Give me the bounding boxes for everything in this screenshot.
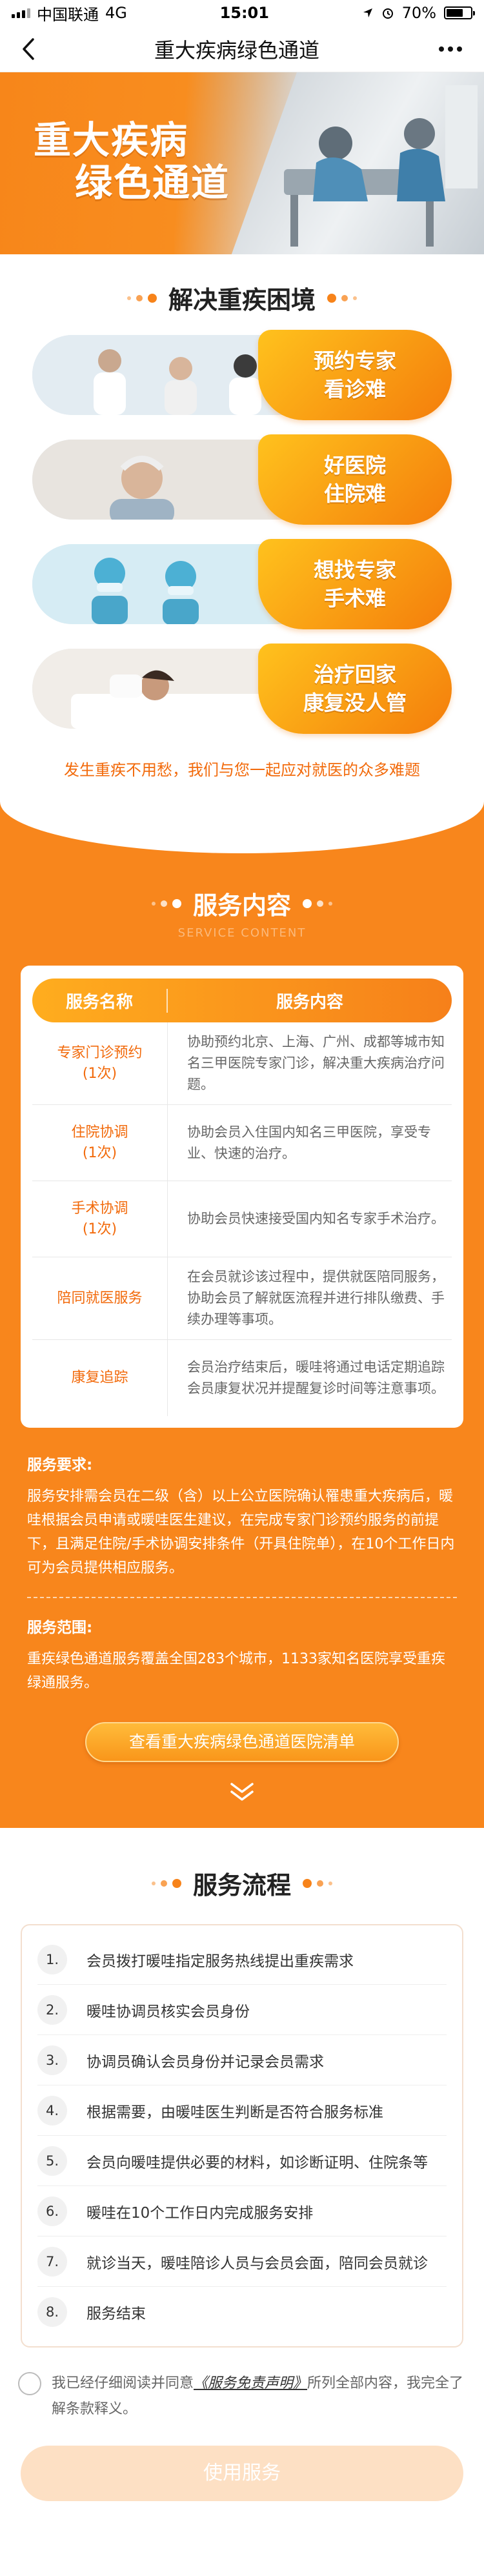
service-name: 手术协调 [71,1200,128,1217]
process-step: 2. 暖哇协调员核实会员身份 [37,1985,447,2035]
process-step: 1. 会员拨打暖哇指定服务热线提出重疾需求 [37,1934,447,1985]
step-text: 暖哇协调员核实会员身份 [86,2003,250,2020]
header-name: 服务名称 [32,988,168,1013]
process-step: 6. 暖哇在10个工作日内完成服务安排 [37,2186,447,2236]
decor-dots-icon [303,898,332,908]
step-text: 协调员确认会员身份并记录会员需求 [86,2053,324,2071]
nav-bar: 重大疾病绿色通道 [0,26,484,72]
problem-item: 治疗回家 康复没人管 [32,644,452,734]
table-row: 陪同就医服务 在会员就诊该过程中，提供就医陪同服务，协助会员了解就医流程并进行排… [32,1257,452,1340]
hero-banner: 重大疾病 绿色通道 [0,72,484,254]
clock: 15:01 [219,4,269,22]
double-chevron-down-icon[interactable] [0,1781,484,1802]
header-content: 服务内容 [276,992,343,1012]
battery-percent: 70% [401,4,436,22]
problems-note: 发生重疾不用愁，我们与您一起应对就医的众多难题 [64,761,420,779]
signal-icon [12,8,30,18]
more-icon[interactable] [432,36,469,62]
requirements-text: 服务安排需会员在二级（含）以上公立医院确认罹患重大疾病后，暖哇根据会员申请或暖哇… [27,1488,455,1576]
hero-title: 重大疾病 绿色通道 [34,118,230,205]
decor-dots-icon [126,293,157,303]
step-text: 就诊当天，暖哇陪诊人员与会员会面，陪同会员就诊 [86,2255,428,2272]
service-table: 服务名称 服务内容 专家门诊预约 (1次) 协助预约北京、上海、广州、成都等城市知… [21,966,463,1428]
problem-tag: 想找专家 手术难 [258,539,452,629]
step-text: 会员向暖哇提供必要的材料，如诊断证明、住院条等 [86,2154,428,2171]
step-text: 会员拨打暖哇指定服务热线提出重疾需求 [86,1952,354,1970]
service-content: 会员治疗结束后，暖哇将通过电话定期追踪会员康复状况并提醒复诊时间等注意事项。 [187,1359,445,1396]
service-content: 协助会员入住国内知名三甲医院，享受专业、快速的治疗。 [187,1124,431,1161]
decor-dots-icon [327,293,357,303]
table-header: 服务名称 服务内容 [32,979,452,1022]
table-row: 住院协调 (1次) 协助会员入住国内知名三甲医院，享受专业、快速的治疗。 [32,1105,452,1181]
service-count: (1次) [82,1221,117,1237]
problem-tag: 治疗回家 康复没人管 [258,644,452,734]
network-label: 4G [105,4,127,22]
decor-dots-icon [151,1878,181,1888]
process-step: 5. 会员向暖哇提供必要的材料，如诊断证明、住院条等 [37,2136,447,2186]
service-count: (1次) [82,1065,117,1082]
process-step: 7. 就诊当天，暖哇陪诊人员与会员会面，陪同会员就诊 [37,2236,447,2287]
service-name: 康复追踪 [71,1370,128,1386]
alarm-icon [382,8,393,19]
range-text: 重疾绿色通道服务覆盖全国283个城市，1133家知名医院享受重疾绿通服务。 [27,1651,445,1691]
step-number: 7. [37,2246,67,2277]
problems-section: 解决重疾困境 预约专家 看诊难 好医院 住院难 想找专家 手术难 治疗回家 康复… [0,254,484,780]
problem-tag: 预约专家 看诊难 [258,330,452,420]
step-number: 8. [37,2297,67,2327]
process-step: 3. 协调员确认会员身份并记录会员需求 [37,2035,447,2085]
agree-radio[interactable] [18,2372,41,2395]
service-section: 服务内容 SERVICE CONTENT 服务名称 服务内容 专家门诊预约 (1次… [0,802,484,1828]
status-bar: 中国联通 4G 15:01 70% [0,0,484,26]
problem-item: 预约专家 看诊难 [32,330,452,420]
step-number: 2. [37,1994,67,2025]
service-title: 服务内容 [0,886,484,921]
location-icon [363,8,372,17]
service-name: 住院协调 [71,1124,128,1141]
requirements-label: 服务要求: [27,1457,93,1474]
nav-title: 重大疾病绿色通道 [154,37,319,63]
requirements-block: 服务要求: 服务安排需会员在二级（含）以上公立医院确认罹患重大疾病后，暖哇根据会… [0,1428,484,1695]
carrier-label: 中国联通 [37,5,99,24]
use-service-button[interactable]: 使用服务 [21,2446,463,2501]
problem-item: 好医院 住院难 [32,434,452,525]
process-title: 服务流程 [21,1865,463,1901]
service-content: 协助会员快速接受国内知名专家手术治疗。 [187,1211,445,1226]
agreement-text: 我已经仔细阅读并同意《服务免责声明》所列全部内容，我完全了解条款释义。 [52,2375,464,2417]
step-text: 服务结束 [86,2306,146,2322]
step-text: 暖哇在10个工作日内完成服务安排 [86,2204,314,2222]
page: 中国联通 4G 15:01 70% 重大疾病绿色通道 重大疾病 绿色通道 解决重… [0,0,484,2576]
step-number: 6. [37,2196,67,2226]
problem-tag: 好医院 住院难 [258,434,452,525]
process-section: 服务流程 1. 会员拨打暖哇指定服务热线提出重疾需求 2. 暖哇协调员核实会员身份 … [0,1828,484,2348]
service-content: 协助预约北京、上海、广州、成都等城市知名三甲医院专家门诊，解决重大疾病治疗问题。 [187,1034,445,1092]
process-list: 1. 会员拨打暖哇指定服务热线提出重疾需求 2. 暖哇协调员核实会员身份 3. 协调员… [21,1924,463,2348]
step-text: 根据需要，由暖哇医生判断是否符合服务标准 [86,2104,383,2121]
problems-title: 解决重疾困境 [32,280,452,316]
problem-item: 想找专家 手术难 [32,539,452,629]
table-row: 手术协调 (1次) 协助会员快速接受国内知名专家手术治疗。 [32,1181,452,1257]
service-count: (1次) [82,1144,117,1161]
hospital-list-button[interactable]: 查看重大疾病绿色通道医院清单 [85,1722,399,1762]
process-step: 8. 服务结束 [37,2287,447,2337]
service-content: 在会员就诊该过程中，提供就医陪同服务，协助会员了解就医流程并进行排队缴费、手续办… [187,1269,445,1327]
battery-icon [444,6,475,19]
service-subtitle: SERVICE CONTENT [177,926,307,940]
service-name: 陪同就医服务 [57,1290,143,1306]
process-step: 4. 根据需要，由暖哇医生判断是否符合服务标准 [37,2085,447,2136]
step-number: 4. [37,2095,67,2125]
decor-dots-icon [303,1878,332,1888]
step-number: 3. [37,2045,67,2075]
step-number: 1. [37,1944,67,1974]
service-name: 专家门诊预约 [57,1044,143,1061]
decor-dots-icon [151,898,181,908]
back-icon[interactable] [15,36,41,62]
table-row: 专家门诊预约 (1次) 协助预约北京、上海、广州、成都等城市知名三甲医院专家门诊，… [32,1022,452,1105]
range-label: 服务范围: [27,1619,93,1636]
agreement: 我已经仔细阅读并同意《服务免责声明》所列全部内容，我完全了解条款释义。 [0,2348,484,2422]
disclaimer-link[interactable]: 《服务免责声明》 [194,2375,307,2391]
step-number: 5. [37,2145,67,2176]
table-row: 康复追踪 会员治疗结束后，暖哇将通过电话定期追踪会员康复状况并提醒复诊时间等注意… [32,1340,452,1416]
